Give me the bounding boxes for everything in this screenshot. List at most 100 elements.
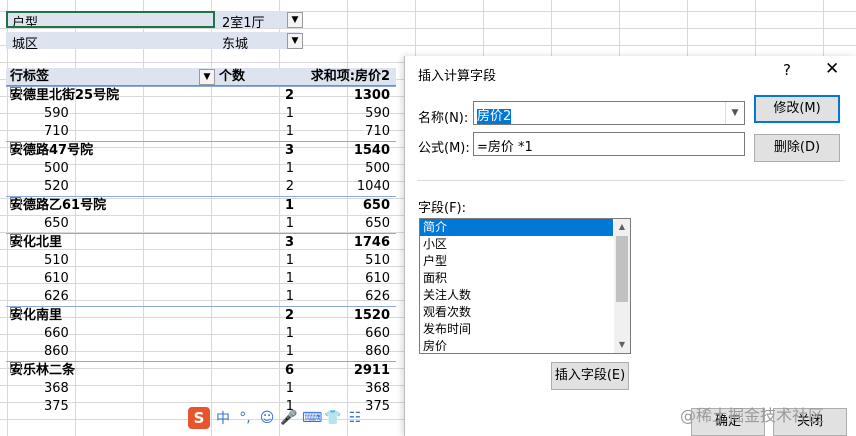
pivot-group-row[interactable]: − 安德里北街25号院 2 1300 bbox=[6, 86, 396, 105]
count-cell: 2 bbox=[285, 179, 294, 194]
ime-mode-toggle[interactable]: 中 bbox=[214, 408, 232, 428]
pivot-group-row[interactable]: − 安化北里 3 1746 bbox=[6, 233, 396, 252]
name-combobox[interactable]: 房价2 ▼ bbox=[473, 101, 745, 125]
row-label-cell: 368 bbox=[44, 380, 69, 397]
scroll-thumb[interactable] bbox=[616, 236, 628, 302]
row-label: 500 bbox=[44, 161, 69, 176]
sum-cell: 1040 bbox=[356, 179, 390, 194]
filter-row-district: 城区 东城 ▼ bbox=[6, 32, 303, 52]
collapse-icon[interactable]: − bbox=[10, 234, 21, 248]
row-label: 660 bbox=[44, 326, 69, 341]
punctuation-toggle[interactable]: °, bbox=[236, 410, 254, 426]
count-cell: 1 bbox=[285, 253, 294, 268]
collapse-icon[interactable]: − bbox=[10, 87, 21, 101]
row-label: 375 bbox=[44, 399, 69, 414]
filter-dropdown-icon[interactable]: ▼ bbox=[287, 12, 303, 28]
name-value: 房价2 bbox=[477, 109, 512, 124]
field-list-item[interactable]: 小区 bbox=[420, 236, 613, 253]
pivot-group-row[interactable]: − 安德路乙61号院 1 650 bbox=[6, 196, 396, 215]
filter-label: 城区 bbox=[12, 37, 39, 52]
count-cell: 1 bbox=[284, 198, 294, 213]
scroll-up-icon[interactable]: ▲ bbox=[614, 219, 630, 235]
pivot-item-row[interactable]: 626 1 626 bbox=[6, 288, 396, 306]
fields-listbox[interactable]: 简介 小区 户型 面积 关注人数 观看次数 发布时间 房价 ▲ ▼ bbox=[419, 218, 631, 354]
row-label: 510 bbox=[44, 253, 69, 268]
row-label: 710 bbox=[44, 124, 69, 139]
pivot-table[interactable]: 行标签 ▼ 个数 求和项:房价2 − 安德里北街25号院 2 1300 590 1 590 7… bbox=[6, 68, 396, 416]
pivot-group-row[interactable]: − 安乐林二条 6 2911 bbox=[6, 361, 396, 380]
row-label: 860 bbox=[44, 344, 69, 359]
count-cell: 1 bbox=[285, 289, 294, 304]
pivot-item-row[interactable]: 610 1 610 bbox=[6, 270, 396, 288]
field-list-item[interactable]: 简介 bbox=[420, 219, 613, 236]
row-label-cell: − 安德里北街25号院 bbox=[10, 87, 119, 104]
collapse-icon[interactable]: − bbox=[10, 142, 21, 156]
row-label-cell: 520 bbox=[44, 178, 69, 195]
toolbox-icon[interactable]: ☷ bbox=[346, 410, 364, 426]
count-cell: 6 bbox=[284, 363, 294, 378]
filter-dropdown-icon[interactable]: ▼ bbox=[287, 33, 303, 49]
row-label-filter-icon[interactable]: ▼ bbox=[199, 69, 215, 85]
scroll-down-icon[interactable]: ▼ bbox=[614, 337, 630, 353]
sum-cell: 1540 bbox=[353, 143, 390, 158]
field-list-item[interactable]: 观看次数 bbox=[420, 304, 613, 321]
delete-button[interactable]: 删除(D) bbox=[754, 134, 840, 162]
pivot-item-row[interactable]: 520 2 1040 bbox=[6, 178, 396, 196]
row-label-cell: − 安乐林二条 bbox=[10, 362, 75, 379]
field-list-item[interactable]: 发布时间 bbox=[420, 321, 613, 338]
fields-label: 字段(F): bbox=[418, 201, 467, 216]
skin-icon[interactable]: 👕 bbox=[324, 410, 342, 426]
sum-cell: 368 bbox=[365, 381, 390, 396]
row-label-cell: 590 bbox=[44, 105, 69, 122]
sum-cell: 1520 bbox=[353, 308, 390, 323]
collapse-icon[interactable]: − bbox=[10, 362, 21, 376]
pivot-group-row[interactable]: − 安化南里 2 1520 bbox=[6, 306, 396, 325]
chevron-down-icon[interactable]: ▼ bbox=[725, 102, 744, 124]
sum-cell: 1746 bbox=[353, 235, 390, 250]
emoji-icon[interactable]: ☺ bbox=[258, 410, 276, 426]
separator bbox=[417, 180, 845, 181]
pivot-item-row[interactable]: 590 1 590 bbox=[6, 105, 396, 123]
collapse-icon[interactable]: − bbox=[10, 197, 21, 211]
sum-cell: 2911 bbox=[353, 363, 390, 378]
pivot-item-row[interactable]: 368 1 368 bbox=[6, 380, 396, 398]
field-list-item[interactable]: 面积 bbox=[420, 270, 613, 287]
row-label-cell: − 安化北里 bbox=[10, 234, 62, 251]
field-list-item[interactable]: 关注人数 bbox=[420, 287, 613, 304]
pivot-item-row[interactable]: 710 1 710 bbox=[6, 123, 396, 141]
collapse-icon[interactable]: − bbox=[10, 307, 21, 321]
pivot-item-row[interactable]: 660 1 660 bbox=[6, 325, 396, 343]
sum-cell: 1300 bbox=[353, 88, 390, 103]
pivot-item-row[interactable]: 860 1 860 bbox=[6, 343, 396, 361]
close-icon[interactable]: ✕ bbox=[825, 59, 839, 79]
count-cell: 1 bbox=[285, 216, 294, 231]
sum-cell: 500 bbox=[365, 161, 390, 176]
count-cell: 1 bbox=[285, 381, 294, 396]
name-label: 名称(N): bbox=[418, 111, 469, 126]
sum-cell: 650 bbox=[362, 198, 390, 213]
modify-button[interactable]: 修改(M) bbox=[754, 95, 840, 123]
count-cell: 2 bbox=[284, 308, 294, 323]
sum-cell: 650 bbox=[365, 216, 390, 231]
ime-toolbar[interactable]: S 中 °, ☺ 🎤 ⌨ 👕 ☷ bbox=[186, 404, 382, 432]
pivot-item-row[interactable]: 510 1 510 bbox=[6, 252, 396, 270]
sum-cell: 610 bbox=[365, 271, 390, 286]
row-label-cell: 510 bbox=[44, 252, 69, 269]
row-label-cell: − 安化南里 bbox=[10, 307, 62, 324]
microphone-icon[interactable]: 🎤 bbox=[280, 410, 298, 426]
keyboard-icon[interactable]: ⌨ bbox=[302, 410, 322, 426]
watermark: @稀土掘金技术社区 bbox=[680, 406, 825, 425]
field-list-item[interactable]: 户型 bbox=[420, 253, 613, 270]
count-cell: 1 bbox=[285, 124, 294, 139]
pivot-item-row[interactable]: 650 1 650 bbox=[6, 215, 396, 233]
insert-field-button[interactable]: 插入字段(E) bbox=[551, 362, 629, 390]
formula-input[interactable]: =房价 *1 bbox=[473, 132, 745, 156]
pivot-group-row[interactable]: − 安德路47号院 3 1540 bbox=[6, 141, 396, 160]
count-cell: 1 bbox=[285, 344, 294, 359]
pivot-item-row[interactable]: 500 1 500 bbox=[6, 160, 396, 178]
fields-scrollbar[interactable]: ▲ ▼ bbox=[614, 219, 630, 353]
sogou-logo-icon[interactable]: S bbox=[188, 407, 210, 429]
help-icon[interactable]: ? bbox=[783, 61, 791, 79]
row-label: 安德路47号院 bbox=[10, 143, 94, 158]
field-list-item[interactable]: 房价 bbox=[420, 338, 613, 353]
